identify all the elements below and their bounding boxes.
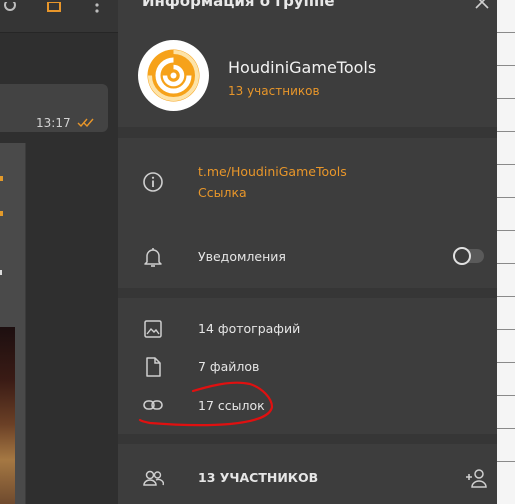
message-photo[interactable] (0, 327, 15, 504)
text-fragment (0, 176, 3, 181)
message-time: 13:17 (36, 116, 71, 130)
panel-title: Информация о группе (142, 0, 335, 10)
chat-topbar (0, 0, 118, 32)
notifications-label: Уведомления (198, 249, 286, 264)
search-icon[interactable] (4, 2, 18, 14)
members-header: 13 УЧАСТНИКОВ (198, 470, 319, 485)
toggle-knob (453, 247, 471, 265)
file-icon (146, 357, 161, 377)
text-fragment (0, 211, 3, 216)
bell-icon (144, 248, 162, 267)
members-icon (143, 470, 164, 486)
links-link[interactable]: 17 ссылок (198, 398, 265, 413)
photos-link[interactable]: 14 фотографий (198, 321, 300, 336)
members-section: 13 УЧАСТНИКОВ (118, 444, 497, 504)
info-icon (143, 172, 163, 192)
group-info-panel: Информация о группе HoudiniGameTools 13 … (118, 0, 497, 504)
link-caption: Ссылка (198, 185, 247, 200)
image-icon (144, 320, 162, 338)
group-info-section: t.me/HoudiniGameTools Ссылка Уведомления (118, 138, 497, 288)
link-icon (143, 400, 163, 410)
calls-icon[interactable] (47, 2, 61, 14)
notifications-toggle[interactable] (453, 247, 484, 265)
group-avatar[interactable] (138, 40, 209, 111)
group-name: HoudiniGameTools (228, 58, 377, 77)
group-header: Информация о группе HoudiniGameTools 13 … (118, 0, 497, 127)
text-fragment (0, 270, 2, 275)
more-icon[interactable] (90, 2, 104, 14)
group-link[interactable]: t.me/HoudiniGameTools (198, 164, 347, 179)
member-count[interactable]: 13 участников (228, 84, 320, 98)
background-window (497, 0, 515, 504)
read-check-icon (77, 118, 94, 127)
add-member-icon[interactable] (465, 467, 489, 489)
houdini-logo-icon (147, 49, 200, 102)
files-link[interactable]: 7 файлов (198, 359, 259, 374)
close-icon[interactable] (474, 0, 490, 10)
divider (0, 32, 118, 33)
shared-media-section: 14 фотографий 7 файлов 17 ссылок (118, 298, 497, 434)
